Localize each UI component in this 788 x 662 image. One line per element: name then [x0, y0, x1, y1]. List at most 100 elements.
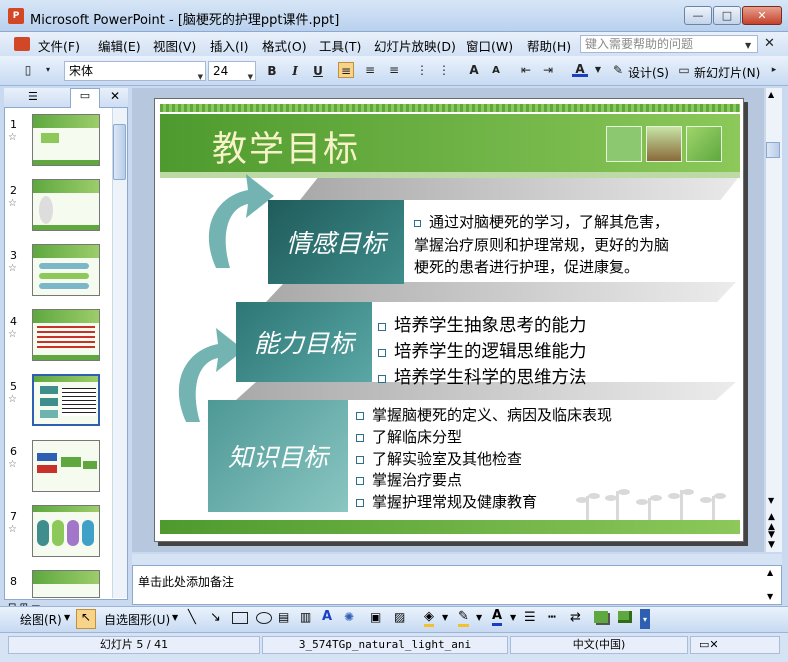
underline-button[interactable]: U: [310, 63, 326, 79]
shadow-style-icon[interactable]: [594, 611, 608, 623]
menu-window[interactable]: 窗口(W): [466, 36, 513, 55]
decrease-indent-icon[interactable]: ⇤: [518, 62, 534, 78]
design-button[interactable]: 设计(S): [628, 64, 669, 81]
menu-help[interactable]: 帮助(H): [527, 36, 571, 55]
chevron-down-icon[interactable]: ▼: [64, 613, 70, 622]
chevron-down-icon[interactable]: ▼: [198, 68, 203, 86]
transition-star-icon: ☆: [8, 263, 17, 274]
transition-star-icon: ☆: [8, 329, 17, 340]
menu-format[interactable]: 格式(O): [262, 36, 307, 55]
menu-tools[interactable]: 工具(T): [319, 36, 361, 55]
spelling-status-icon[interactable]: ▭✕: [690, 636, 780, 654]
menu-slideshow[interactable]: 幻灯片放映(D): [374, 36, 456, 55]
increase-font-icon[interactable]: A: [466, 62, 482, 78]
list-item: 掌握治疗要点: [356, 470, 612, 492]
slide-thumbnail-3[interactable]: [32, 244, 100, 296]
previous-slide-icon[interactable]: ▲ ▲: [768, 512, 775, 532]
outline-tab-icon[interactable]: ☰: [28, 90, 38, 103]
line-color-icon[interactable]: ✎: [458, 609, 469, 627]
3d-style-icon[interactable]: [618, 611, 632, 623]
textbox-tool-icon[interactable]: ▤: [278, 610, 289, 624]
diagram-icon[interactable]: ✺: [344, 610, 354, 624]
font-color-icon[interactable]: A: [572, 61, 588, 77]
scroll-up-icon[interactable]: ▲: [768, 90, 774, 99]
bold-button[interactable]: B: [264, 63, 280, 79]
slide-thumbnail-7[interactable]: [32, 505, 100, 557]
new-slide-icon[interactable]: ▭: [676, 62, 692, 78]
toolbar-options-icon[interactable]: ▾: [40, 62, 56, 78]
close-button[interactable]: ✕: [742, 6, 782, 25]
thumb-number: 5: [10, 380, 17, 393]
chevron-down-icon[interactable]: ▼: [590, 62, 606, 78]
next-slide-icon[interactable]: ▼ ▼: [768, 530, 775, 550]
scroll-up-icon[interactable]: ▲: [767, 568, 773, 577]
slide-thumbnail-8[interactable]: [32, 570, 100, 598]
line-style-icon[interactable]: ☰: [524, 610, 536, 625]
decrease-font-icon[interactable]: A: [488, 63, 504, 79]
maximize-button[interactable]: □: [713, 6, 741, 25]
slide-thumbnail-4[interactable]: [32, 309, 100, 361]
chevron-down-icon[interactable]: ▼: [510, 613, 516, 622]
slide-thumbnail-1[interactable]: [32, 114, 100, 166]
slides-tab-icon[interactable]: ▭: [70, 88, 100, 108]
align-right-icon[interactable]: ≡: [386, 62, 402, 78]
slide-thumbnail-6[interactable]: [32, 440, 100, 492]
arrow-style-icon[interactable]: ⇄: [570, 610, 581, 625]
draw-menu-button[interactable]: 绘图(R): [20, 611, 62, 628]
autoshapes-menu-button[interactable]: 自选图形(U): [104, 611, 170, 628]
slide-thumbnail-5-selected[interactable]: [32, 374, 100, 426]
insert-picture-icon[interactable]: ▨: [394, 610, 405, 624]
slides-pane-scrollbar[interactable]: [112, 108, 127, 598]
arrow-tool-icon[interactable]: ↘: [210, 610, 221, 625]
oval-tool-icon[interactable]: [256, 612, 272, 624]
pane-splitter[interactable]: [132, 554, 782, 565]
increase-indent-icon[interactable]: ⇥: [540, 62, 556, 78]
clipart-icon[interactable]: ▣: [370, 610, 381, 624]
minimize-button[interactable]: —: [684, 6, 712, 25]
chevron-down-icon[interactable]: ▼: [476, 613, 482, 622]
close-pane-icon[interactable]: ✕: [110, 89, 120, 103]
list-item-text: 了解临床分型: [372, 427, 463, 446]
toolbar-options-icon[interactable]: ▸: [766, 62, 782, 78]
fill-color-icon[interactable]: ◈: [424, 609, 434, 627]
dash-style-icon[interactable]: ┅: [548, 610, 556, 625]
chevron-down-icon[interactable]: ▼: [248, 68, 253, 86]
rectangle-tool-icon[interactable]: [232, 612, 248, 624]
toolbar-options-icon[interactable]: ▾: [640, 609, 650, 629]
list-item-text: 掌握脑梗死的定义、病因及临床表现: [372, 406, 613, 424]
chevron-down-icon[interactable]: ▼: [442, 613, 448, 622]
close-document-icon[interactable]: ✕: [764, 36, 775, 51]
scroll-down-icon[interactable]: ▼: [767, 592, 773, 601]
wordart-icon[interactable]: A: [322, 609, 332, 624]
align-left-icon[interactable]: ≡: [338, 62, 354, 78]
slide-thumbnail-2[interactable]: [32, 179, 100, 231]
document-icon[interactable]: [14, 37, 30, 51]
numbering-icon[interactable]: ⋮: [414, 62, 430, 78]
select-pointer-icon[interactable]: ↖: [76, 609, 96, 629]
design-icon[interactable]: ✎: [610, 62, 626, 78]
chevron-down-icon[interactable]: ▼: [745, 41, 751, 50]
menu-file[interactable]: 文件(F): [38, 36, 80, 55]
menu-edit[interactable]: 编辑(E): [98, 36, 141, 55]
powerpoint-app-icon[interactable]: P: [8, 8, 24, 24]
font-name-select[interactable]: 宋体 ▼: [64, 61, 206, 81]
italic-button[interactable]: I: [287, 63, 303, 79]
menu-insert[interactable]: 插入(I): [210, 36, 248, 55]
align-center-icon[interactable]: ≡: [362, 62, 378, 78]
new-document-icon[interactable]: ▯: [20, 62, 36, 78]
bullets-icon[interactable]: ⋮: [436, 62, 452, 78]
vertical-textbox-icon[interactable]: ▥: [300, 610, 311, 624]
help-search-input[interactable]: 键入需要帮助的问题: [580, 35, 758, 53]
emotion-line: 掌握治疗原则和护理常规，更好的为脑: [414, 235, 670, 254]
font-size-select[interactable]: 24 ▼: [208, 61, 256, 81]
transition-star-icon: ☆: [8, 524, 17, 535]
new-slide-button[interactable]: 新幻灯片(N): [694, 64, 760, 81]
scroll-down-icon[interactable]: ▼: [768, 496, 774, 505]
chevron-down-icon[interactable]: ▼: [172, 613, 178, 622]
font-color-icon[interactable]: A: [492, 608, 503, 626]
scroll-thumb[interactable]: [766, 142, 780, 158]
scroll-thumb[interactable]: [113, 124, 126, 180]
menu-view[interactable]: 视图(V): [153, 36, 196, 55]
line-tool-icon[interactable]: ╲: [188, 610, 196, 625]
notes-placeholder[interactable]: 单击此处添加备注: [138, 573, 234, 590]
